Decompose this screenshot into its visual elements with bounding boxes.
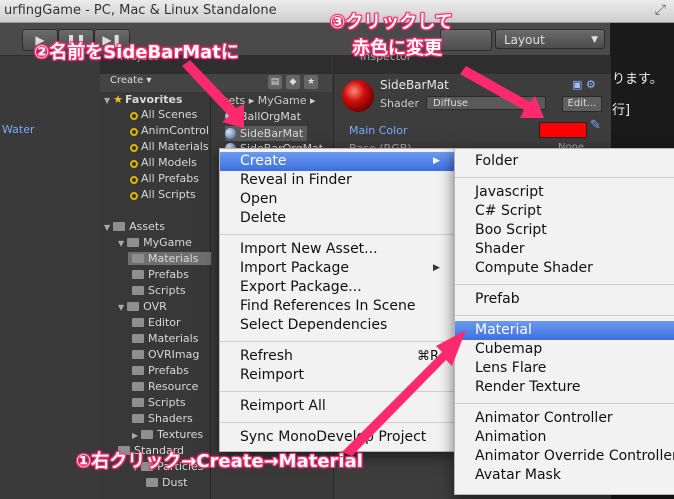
annotation-step1: ①右クリック→Create→Material: [76, 451, 363, 472]
annotation-step3-line2: 赤色に変更: [352, 38, 442, 59]
annotation-step3-line1: ③クリックして: [330, 12, 453, 33]
arrow-to-main-color: [460, 66, 544, 118]
arrow-to-material: [342, 330, 466, 456]
arrow-to-sidebarmat: [182, 60, 244, 128]
annotation-step2: ②名前をSideBarMatに: [34, 42, 239, 63]
annotation-arrows: [182, 60, 544, 456]
